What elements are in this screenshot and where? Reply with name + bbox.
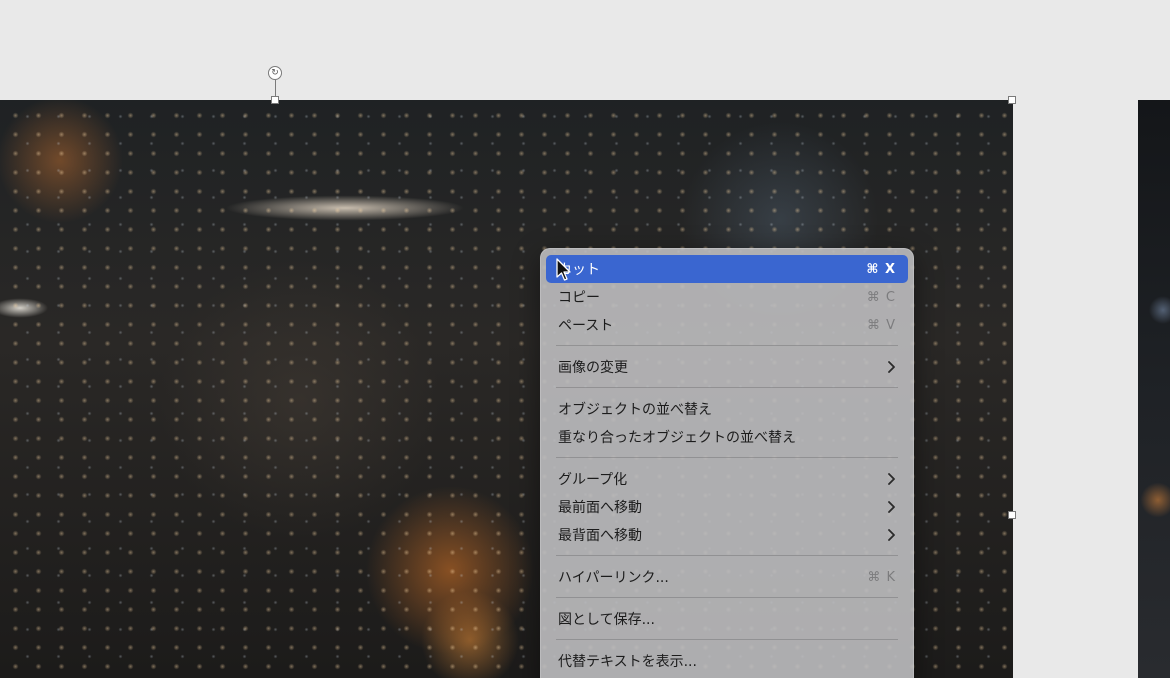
- resize-handle-top-right[interactable]: [1008, 96, 1016, 104]
- chevron-right-icon: [888, 473, 895, 485]
- menu-item-label: 最前面へ移動: [558, 500, 642, 516]
- menu-item-shortcut: ⌘ V: [866, 317, 896, 333]
- menu-item-label: 代替テキストを表示...: [558, 654, 697, 670]
- menu-item-label: ハイパーリンク...: [558, 570, 669, 586]
- menu-item-shortcut: ⌘ K: [867, 569, 896, 585]
- menu-item[interactable]: オブジェクトの並べ替え: [546, 395, 908, 423]
- menu-separator: [556, 345, 898, 346]
- menu-item-label: 最背面へ移動: [558, 528, 642, 544]
- resize-handle-top-center[interactable]: [271, 96, 279, 104]
- menu-item[interactable]: グループ化: [546, 465, 908, 493]
- mouse-pointer-icon: [556, 258, 571, 281]
- slide-canvas[interactable]: ↻ カット ⌘ X コピー ⌘ C ペースト ⌘ V 画像の変更オブジェクトの並べ替え重なり…: [0, 0, 1170, 678]
- rotate-connector: [275, 80, 276, 97]
- menu-item-shortcut: ⌘ X: [866, 261, 896, 277]
- menu-item[interactable]: ペースト ⌘ V: [546, 311, 908, 339]
- menu-item[interactable]: 最背面へ移動: [546, 521, 908, 549]
- menu-item-label: 画像の変更: [558, 360, 628, 376]
- menu-separator: [556, 639, 898, 640]
- menu-item-label: 重なり合ったオブジェクトの並べ替え: [558, 430, 796, 446]
- resize-handle-middle-right[interactable]: [1008, 511, 1016, 519]
- menu-item[interactable]: 重なり合ったオブジェクトの並べ替え: [546, 423, 908, 451]
- menu-item-label: グループ化: [558, 472, 628, 488]
- menu-separator: [556, 555, 898, 556]
- menu-item-shortcut: ⌘ C: [866, 289, 896, 305]
- menu-item[interactable]: ハイパーリンク... ⌘ K: [546, 563, 908, 591]
- menu-item[interactable]: 図として保存...: [546, 605, 908, 633]
- menu-item-label: コピー: [558, 290, 600, 306]
- menu-separator: [556, 387, 898, 388]
- menu-separator: [556, 457, 898, 458]
- context-menu: カット ⌘ X コピー ⌘ C ペースト ⌘ V 画像の変更オブジェクトの並べ替え重なり合っ…: [540, 248, 914, 678]
- menu-separator: [556, 597, 898, 598]
- chevron-right-icon: [888, 501, 895, 513]
- menu-item[interactable]: 最前面へ移動: [546, 493, 908, 521]
- menu-item-label: オブジェクトの並べ替え: [558, 402, 712, 418]
- menu-item[interactable]: コピー ⌘ C: [546, 283, 908, 311]
- menu-item-label: ペースト: [558, 318, 614, 334]
- rotate-handle-icon[interactable]: ↻: [268, 66, 282, 80]
- menu-item[interactable]: 画像の変更: [546, 353, 908, 381]
- menu-item[interactable]: 代替テキストを表示...: [546, 647, 908, 675]
- menu-item-label: 図として保存...: [558, 612, 655, 628]
- adjacent-picture[interactable]: [1138, 100, 1170, 678]
- chevron-right-icon: [888, 529, 895, 541]
- chevron-right-icon: [888, 361, 895, 373]
- menu-item[interactable]: カット ⌘ X: [546, 255, 908, 283]
